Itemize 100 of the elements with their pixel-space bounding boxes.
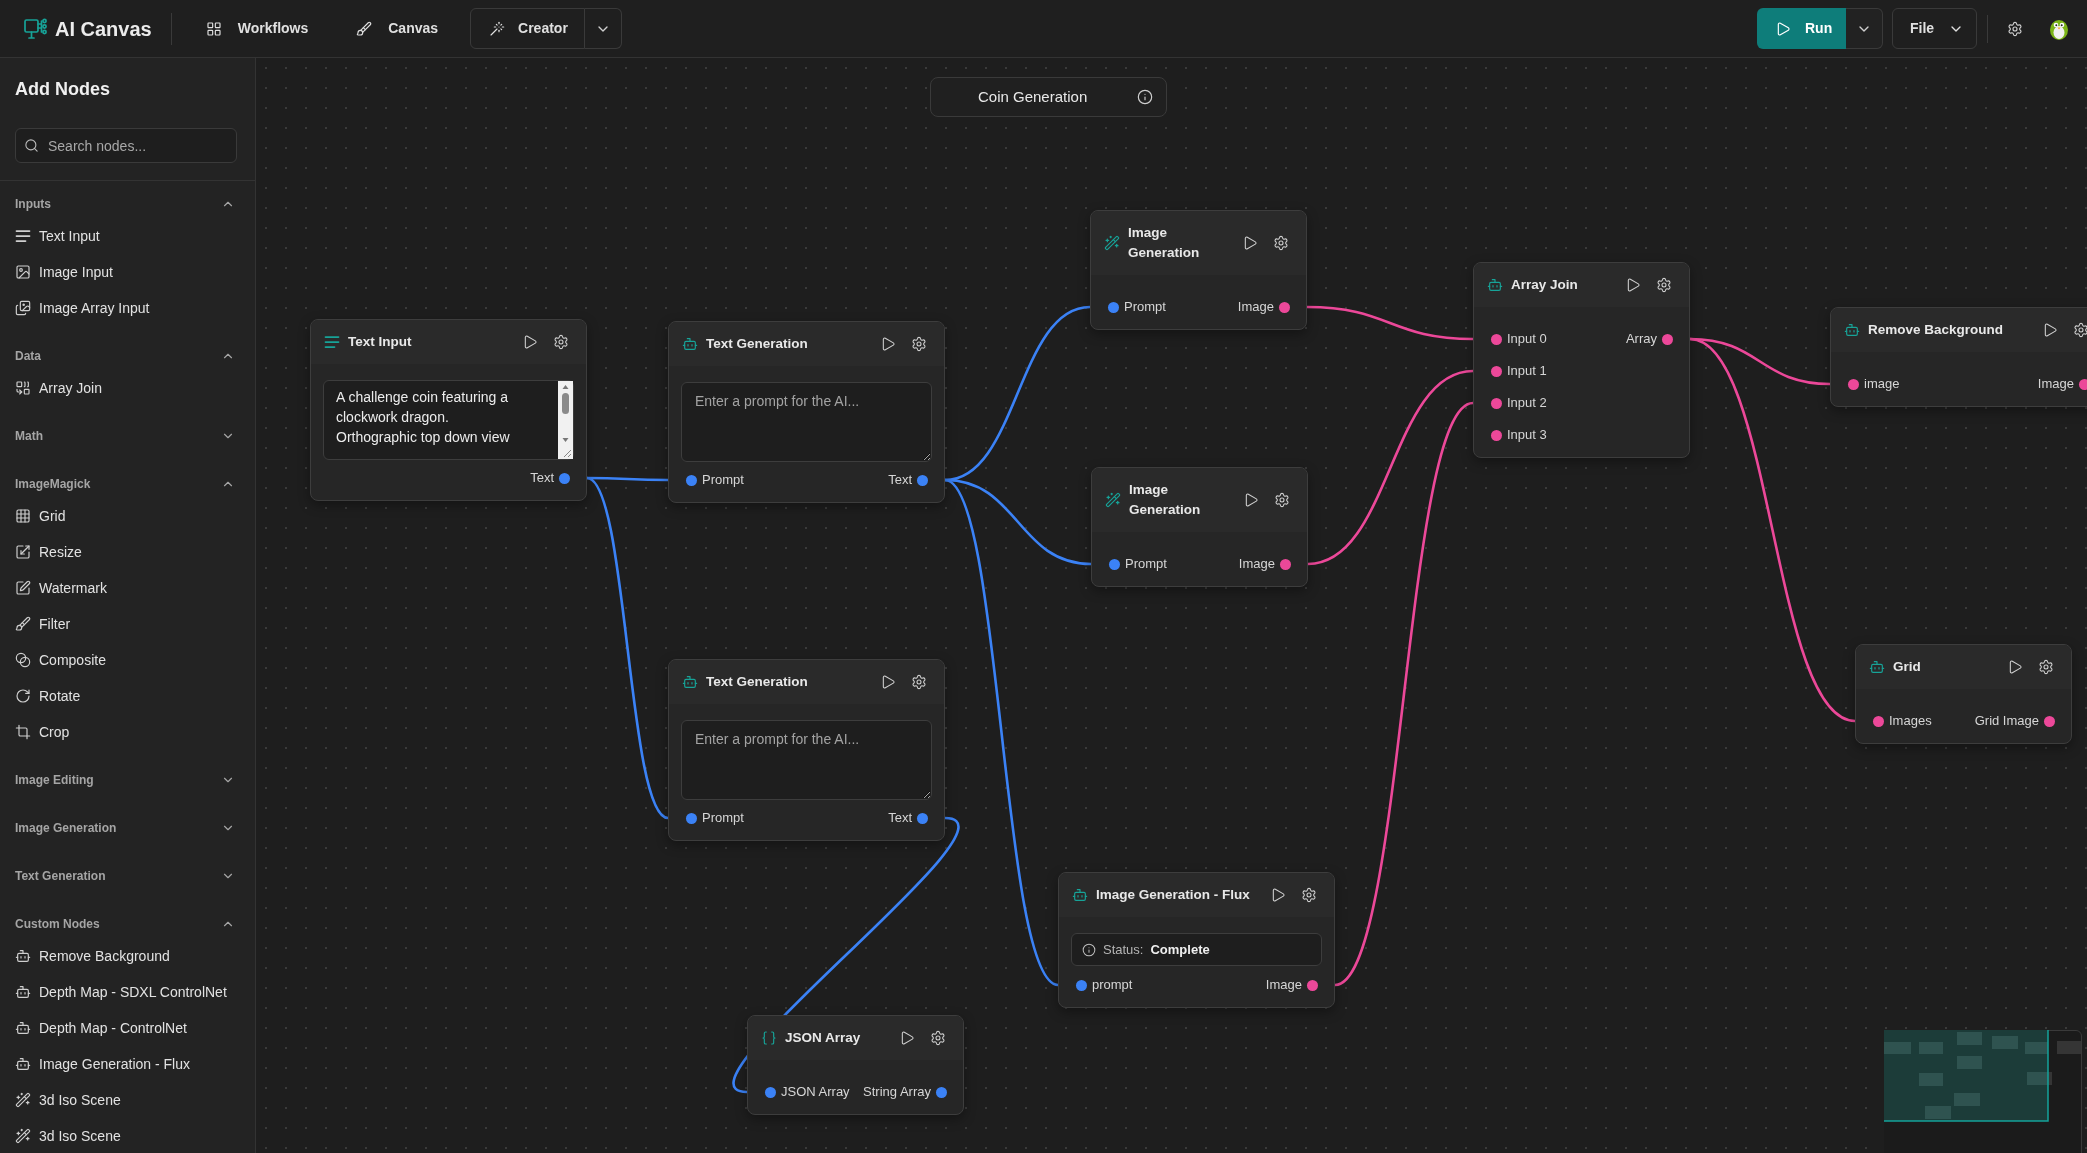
node-card[interactable]: Text Input A challenge coin featuring a clockwork dragon. Orthographic top down view Text [310, 319, 587, 501]
port-label: Text [530, 469, 554, 488]
port-label: String Array [863, 1083, 931, 1102]
port-label: Prompt [1124, 298, 1166, 317]
node-title: Text Generation [706, 335, 809, 353]
crop-icon [15, 724, 31, 740]
images-icon [15, 300, 31, 316]
scrollbar[interactable] [558, 381, 573, 459]
text-area[interactable]: A challenge coin featuring a clockwork dragon. Orthographic top down view [323, 380, 574, 460]
overlapping-circles-icon [15, 652, 31, 668]
port-label: Prompt [1125, 555, 1167, 574]
port-label: Array [1625, 330, 1657, 349]
node-title: Text Generation [706, 673, 809, 691]
pencil-square-icon [15, 580, 31, 596]
nav-button[interactable]: Canvas [344, 8, 451, 49]
node-card[interactable]: Image Generation Prompt Image [1091, 467, 1308, 587]
braces-icon [761, 1030, 777, 1046]
play-icon [899, 1030, 915, 1046]
info-icon[interactable] [1137, 89, 1153, 105]
port-label: Grid Image [1974, 712, 2039, 731]
node-card[interactable]: Grid Images Grid Image [1855, 644, 2072, 744]
port-label: Input 3 [1507, 426, 1547, 445]
prompt-textarea[interactable]: Enter a prompt for the AI... [681, 382, 932, 462]
node-card[interactable]: Image Generation Prompt Image [1090, 210, 1307, 330]
node-title: Grid [1893, 658, 1922, 676]
status-value: Complete [1150, 940, 1210, 959]
creator-button[interactable]: Creator [470, 8, 585, 49]
play-icon [1270, 887, 1286, 903]
section-header[interactable]: Math [15, 418, 235, 454]
play-icon [1625, 277, 1641, 293]
node-type-item[interactable]: Filter [15, 606, 235, 642]
node-type-item[interactable]: 3d Iso Scene [15, 1118, 235, 1153]
node-type-item[interactable]: Depth Map - ControlNet [15, 1010, 235, 1046]
port-label: Image [1238, 555, 1275, 574]
node-type-item[interactable]: 3d Iso Scene [15, 1082, 235, 1118]
node-card[interactable]: Image Generation - Flux Status: Complete prompt Image [1058, 872, 1335, 1008]
node-type-item[interactable]: Resize [15, 534, 235, 570]
magic-wand-icon [1104, 235, 1120, 251]
port-label: Input 0 [1507, 330, 1547, 349]
section-header[interactable]: Image Editing [15, 762, 235, 798]
file-menu-button[interactable]: File [1892, 8, 1977, 49]
port-label: Image [1265, 976, 1302, 995]
port-label: Prompt [702, 809, 744, 828]
robot-icon [1869, 659, 1885, 675]
robot-icon [15, 1056, 31, 1072]
grid-icon [15, 508, 31, 524]
node-type-item[interactable]: Image Generation - Flux [15, 1046, 235, 1082]
status-label: Status: [1103, 940, 1144, 959]
text-lines-icon [324, 334, 340, 350]
settings-icon [911, 674, 927, 690]
play-icon [1775, 20, 1791, 37]
settings-icon [2073, 322, 2087, 338]
port-label: Input 1 [1507, 362, 1547, 381]
port-label: JSON Array [781, 1083, 850, 1102]
node-type-item[interactable]: Crop [15, 714, 235, 750]
port-label: Text [888, 471, 912, 490]
robot-icon [1487, 277, 1503, 293]
node-type-item[interactable]: Watermark [15, 570, 235, 606]
node-card[interactable]: JSON Array JSON Array String Array [747, 1015, 964, 1115]
robot-icon [682, 336, 698, 352]
minimap[interactable] [1884, 1030, 2082, 1153]
magic-wand-icon [489, 20, 506, 37]
settings-icon [930, 1030, 946, 1046]
prompt-textarea[interactable]: Enter a prompt for the AI... [681, 720, 932, 800]
run-button[interactable]: Run [1757, 8, 1846, 49]
settings-icon [911, 336, 927, 352]
port-label: Images [1889, 712, 1932, 731]
port-label: prompt [1092, 976, 1133, 995]
magic-wand-icon [15, 1128, 31, 1144]
robot-icon [15, 984, 31, 1000]
section-header[interactable]: Text Generation [15, 858, 235, 894]
combine-icon [15, 380, 31, 396]
node-type-item[interactable]: Composite [15, 642, 235, 678]
search-field[interactable]: Search nodes... [15, 128, 237, 163]
port-label: image [1864, 375, 1900, 394]
node-type-item[interactable]: Depth Map - SDXL ControlNet [15, 974, 235, 1010]
section-header[interactable]: Image Generation [15, 810, 235, 846]
node-type-item[interactable]: Image Input [15, 254, 235, 290]
node-card[interactable]: Remove Background image Image [1830, 307, 2087, 407]
robot-icon [15, 948, 31, 964]
node-type-item[interactable]: Image Array Input [15, 290, 235, 326]
node-card[interactable]: Text Generation Enter a prompt for the AI... Prompt Text [668, 321, 945, 503]
magic-wand-icon [15, 1092, 31, 1108]
brush-icon [15, 616, 31, 632]
settings-icon [1656, 277, 1672, 293]
nav-button[interactable]: Workflows [193, 8, 321, 49]
robot-icon [1072, 887, 1088, 903]
port-label: Prompt [702, 471, 744, 490]
settings-button[interactable] [2007, 20, 2023, 37]
rotate-icon [15, 688, 31, 704]
app-name: AI Canvas [55, 16, 152, 42]
node-type-item[interactable]: Rotate [15, 678, 235, 714]
node-card[interactable]: Text Generation Enter a prompt for the AI... Prompt Text [668, 659, 945, 841]
node-card[interactable]: Array Join Input 0 Array Input 1 Input 2 Input 3 [1473, 262, 1690, 458]
node-title: Text Input [348, 333, 413, 351]
layout-grid-icon [205, 20, 222, 37]
play-icon [1243, 492, 1259, 508]
resize-icon [15, 544, 31, 560]
magic-wand-icon [1105, 492, 1121, 508]
node-title: JSON Array [785, 1029, 862, 1047]
